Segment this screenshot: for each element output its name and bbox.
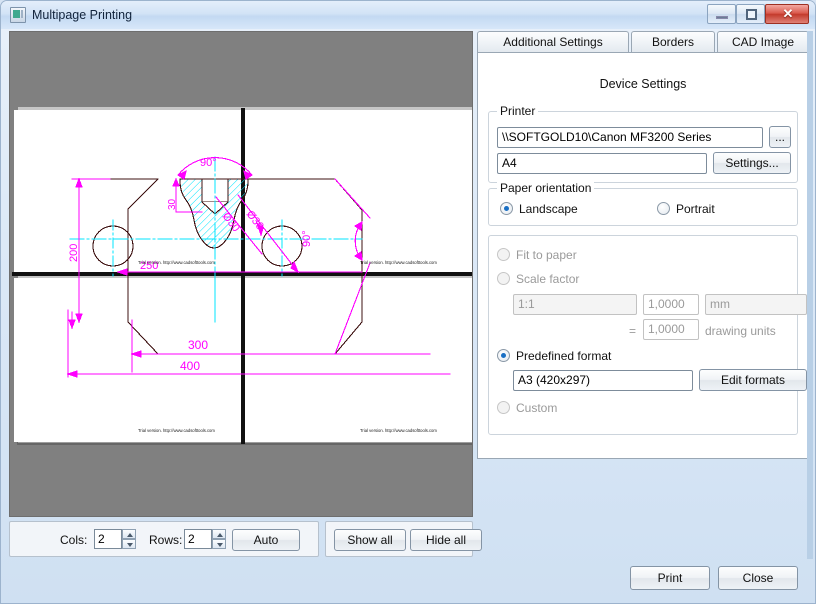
paper-orientation-fieldset: Paper orientation Landscape Portrait <box>488 181 798 226</box>
minimize-icon <box>716 16 728 19</box>
preview-page-2[interactable] <box>246 110 472 272</box>
label-fit-to-paper[interactable]: Fit to paper <box>516 248 577 262</box>
multipage-printing-window: Multipage Printing ✕ 90° 30 200 250 Ø30 … <box>0 0 816 604</box>
rows-stepper[interactable] <box>212 529 226 549</box>
preview-page-4[interactable] <box>246 278 472 442</box>
tab-strip: Additional Settings Borders CAD Image <box>477 31 809 53</box>
app-icon <box>10 7 26 23</box>
label-portrait[interactable]: Portrait <box>676 202 715 216</box>
radio-scale-factor[interactable] <box>497 272 510 285</box>
printer-fieldset: Printer \\SOFTGOLD10\Canon MF3200 Series… <box>488 104 798 183</box>
scale-denominator-input[interactable]: 1,0000 <box>643 319 699 340</box>
scale-unit-combo[interactable]: mm <box>705 294 807 315</box>
tab-cad-image[interactable]: CAD Image <box>717 31 809 53</box>
restore-icon <box>746 9 757 20</box>
minimize-button[interactable] <box>707 4 736 24</box>
predefined-format-combo[interactable]: A3 (420x297) <box>513 370 693 391</box>
paper-size-combo[interactable]: A4 <box>497 153 707 174</box>
cols-stepper-down[interactable] <box>122 539 136 549</box>
auto-button[interactable]: Auto <box>232 529 300 551</box>
section-title: Device Settings <box>599 77 687 91</box>
close-button[interactable]: ✕ <box>765 4 809 24</box>
cols-stepper-up[interactable] <box>122 529 136 539</box>
close-icon: ✕ <box>782 6 794 21</box>
label-predefined-format[interactable]: Predefined format <box>516 349 611 363</box>
rows-label: Rows: <box>149 533 183 547</box>
printer-device-combo[interactable]: \\SOFTGOLD10\Canon MF3200 Series <box>497 127 763 148</box>
printer-legend: Printer <box>497 104 539 118</box>
dialog-footer: Print Close <box>477 561 809 601</box>
page-divider-vertical <box>241 108 245 444</box>
label-scale-factor[interactable]: Scale factor <box>516 272 579 286</box>
drawing-units-label: drawing units <box>705 324 776 338</box>
close-dialog-button[interactable]: Close <box>718 566 798 590</box>
radio-fit-to-paper[interactable] <box>497 248 510 261</box>
cols-stepper[interactable] <box>122 529 136 549</box>
printer-browse-button[interactable]: ... <box>769 126 791 148</box>
preview-toolbar: Cols: 2 Rows: 2 Auto Show all Hide all <box>9 521 482 559</box>
cols-label: Cols: <box>60 533 88 547</box>
cols-input[interactable]: 2 <box>94 529 122 549</box>
hide-all-button[interactable]: Hide all <box>410 529 482 551</box>
visibility-controls-group: Show all Hide all <box>325 521 482 557</box>
maximize-button[interactable] <box>736 4 765 24</box>
scale-ratio-combo[interactable]: 1:1 <box>513 294 637 315</box>
label-custom[interactable]: Custom <box>516 401 557 415</box>
rows-input[interactable]: 2 <box>184 529 212 549</box>
page-divider-horizontal <box>12 272 472 276</box>
settings-panel: Additional Settings Borders CAD Image De… <box>477 31 809 559</box>
show-all-button[interactable]: Show all <box>334 529 406 551</box>
tab-borders[interactable]: Borders <box>631 31 715 53</box>
label-landscape[interactable]: Landscape <box>519 202 578 216</box>
window-edge-accent <box>807 31 813 559</box>
device-settings-pane: Device Settings Printer \\SOFTGOLD10\Can… <box>477 52 809 459</box>
equals-symbol: = <box>629 324 637 338</box>
printer-settings-button[interactable]: Settings... <box>713 152 791 174</box>
grid-controls-group: Cols: 2 Rows: 2 Auto <box>9 521 319 557</box>
scale-fieldset: Fit to paper Scale factor 1:1 1,0000 mm … <box>488 235 807 435</box>
edit-formats-button[interactable]: Edit formats <box>699 369 807 391</box>
radio-predefined-format[interactable] <box>497 349 510 362</box>
print-preview-area[interactable]: 90° 30 200 250 Ø30 Ø30 90° 300 400 Trial… <box>9 31 473 517</box>
rows-stepper-up[interactable] <box>212 529 226 539</box>
scale-numerator-input[interactable]: 1,0000 <box>643 294 699 315</box>
radio-custom[interactable] <box>497 401 510 414</box>
tab-additional-settings[interactable]: Additional Settings <box>477 31 629 53</box>
preview-page-3[interactable] <box>14 278 246 442</box>
print-button[interactable]: Print <box>630 566 710 590</box>
radio-landscape[interactable] <box>500 202 513 215</box>
radio-portrait[interactable] <box>657 202 670 215</box>
paper-orientation-legend: Paper orientation <box>497 181 595 195</box>
title-bar: Multipage Printing ✕ <box>1 1 815 29</box>
window-title: Multipage Printing <box>32 8 133 22</box>
preview-page-1[interactable] <box>14 110 246 272</box>
rows-stepper-down[interactable] <box>212 539 226 549</box>
